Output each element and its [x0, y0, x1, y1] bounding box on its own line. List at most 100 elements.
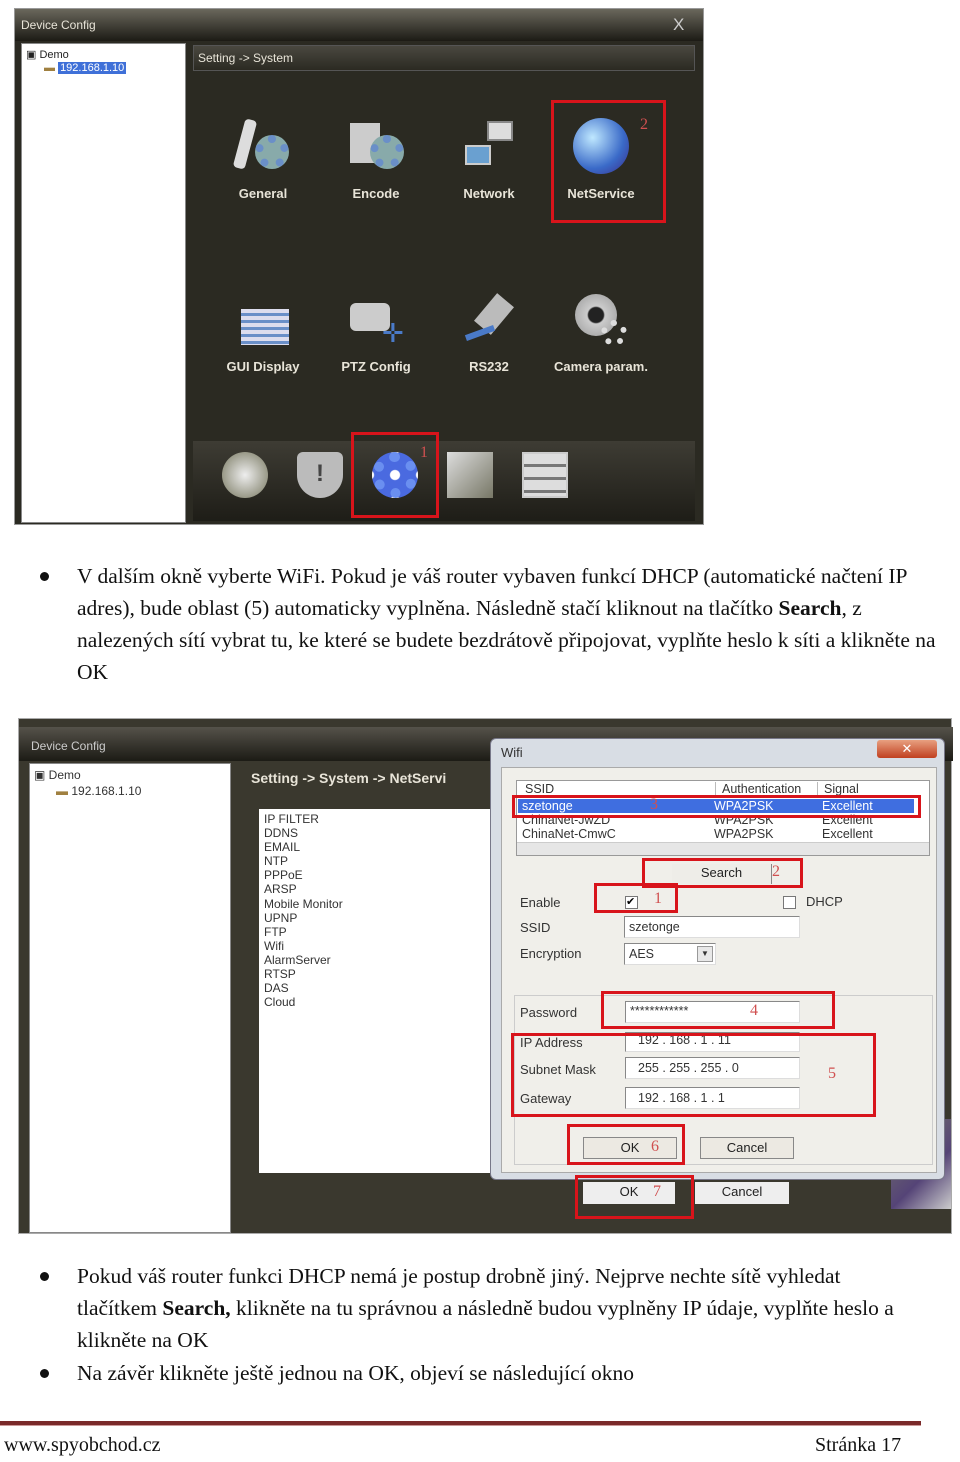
service-item[interactable]: PPPoE: [264, 868, 486, 882]
item-ptz-config[interactable]: PTZ Config: [316, 359, 436, 374]
bullet: [40, 1272, 49, 1281]
item-gui-display[interactable]: GUI Display: [203, 359, 323, 374]
title-bar: Device Config X: [15, 9, 703, 41]
horizontal-scrollbar[interactable]: [517, 842, 929, 855]
marker-2: 2: [640, 116, 648, 133]
service-item[interactable]: ARSP: [264, 882, 486, 896]
highlight-netservice: [551, 100, 666, 223]
tree-device[interactable]: ▬ 192.168.1.10: [56, 784, 141, 798]
highlight-password: [601, 991, 835, 1029]
bullet: [40, 572, 49, 581]
highlight-enable: [594, 883, 678, 913]
service-item[interactable]: DAS: [264, 981, 486, 995]
breadcrumb: Setting -> System: [198, 51, 294, 65]
window-title: Device Config: [21, 18, 96, 32]
marker-1: 1: [654, 890, 662, 907]
tree-device[interactable]: ▬ 192.168.1.10: [44, 62, 127, 74]
password-label: Password: [520, 1005, 578, 1020]
tree-device-label: 192.168.1.10: [71, 784, 142, 798]
cancel-label: Cancel: [726, 1140, 768, 1155]
breadcrumb: Setting -> System -> NetServi: [251, 770, 447, 786]
wifi-close-button[interactable]: ✕: [877, 740, 937, 758]
service-item[interactable]: Wifi: [264, 939, 486, 953]
service-item[interactable]: UPNP: [264, 911, 486, 925]
instruction-paragraph-3: Na závěr klikněte ještě jednou na OK, ob…: [77, 1361, 635, 1385]
disk-icon[interactable]: [222, 452, 268, 498]
wifi-title: Wifi: [501, 745, 523, 760]
service-item[interactable]: NTP: [264, 854, 486, 868]
col-ssid[interactable]: SSID: [525, 782, 554, 796]
item-encode[interactable]: Encode: [316, 186, 436, 201]
dhcp-label: DHCP: [806, 894, 843, 909]
bullet: [40, 1369, 49, 1378]
highlight-outer-ok: [575, 1175, 694, 1219]
checklist-icon[interactable]: [522, 452, 568, 498]
instruction-paragraph-1: V dalším okně vyberte WiFi. Pokud je váš…: [77, 560, 937, 688]
shield-icon[interactable]: !: [297, 452, 343, 498]
wrench-gear-icon[interactable]: [232, 115, 293, 175]
breadcrumb-bar: Setting -> System: [193, 45, 695, 71]
outer-cancel-button[interactable]: Cancel: [695, 1182, 789, 1204]
service-item[interactable]: FTP: [264, 925, 486, 939]
close-icon[interactable]: X: [673, 15, 684, 35]
service-item[interactable]: EMAIL: [264, 840, 486, 854]
marker-4: 4: [750, 1002, 758, 1019]
service-item[interactable]: RTSP: [264, 967, 486, 981]
camera-icon[interactable]: [571, 290, 631, 350]
item-rs232[interactable]: RS232: [429, 359, 549, 374]
service-list: IP FILTER DDNS EMAIL NTP PPPoE ARSP Mobile Mon…: [259, 809, 491, 1173]
encryption-label: Encryption: [520, 946, 582, 961]
marker-7: 7: [653, 1183, 661, 1200]
tree-root[interactable]: ▣ Demo: [26, 48, 69, 61]
window-title: Device Config: [31, 739, 106, 753]
tree-root-label: Demo: [48, 768, 81, 782]
network-ssid: ChinaNet-CmwC: [522, 827, 616, 841]
chevron-down-icon[interactable]: ▼: [697, 946, 713, 962]
cable-icon[interactable]: [459, 290, 519, 350]
marker-6: 6: [651, 1138, 659, 1155]
footer-page-number: Stránka 17: [815, 1434, 902, 1456]
footer-rule: [0, 1421, 921, 1426]
service-item[interactable]: IP FILTER: [264, 812, 486, 826]
ptz-camera-icon[interactable]: ✛: [346, 295, 406, 355]
bottom-toolbar: [193, 441, 695, 521]
network-row[interactable]: ChinaNet-CmwC WPA2PSK Excellent: [518, 827, 914, 841]
cancel-label: Cancel: [721, 1184, 763, 1199]
tree-device-label: 192.168.1.10: [58, 62, 127, 74]
search-emphasis: Search,: [162, 1296, 231, 1320]
ssid-label: SSID: [520, 920, 551, 935]
col-auth[interactable]: Authentication: [715, 782, 801, 796]
marker-5: 5: [828, 1065, 836, 1082]
highlight-network: [512, 795, 921, 818]
display-icon[interactable]: [233, 295, 293, 355]
network-icon[interactable]: [459, 115, 519, 175]
col-signal[interactable]: Signal: [817, 782, 859, 796]
encryption-value: AES: [629, 947, 655, 961]
search-emphasis: Search: [778, 596, 842, 620]
device-tree: ▣ Demo ▬ 192.168.1.10: [21, 43, 186, 523]
tree-root-label: Demo: [39, 49, 69, 61]
network-signal: Excellent: [822, 827, 873, 841]
marker-3: 3: [650, 796, 658, 813]
tools-icon[interactable]: [447, 452, 493, 498]
highlight-ip-settings: [511, 1033, 876, 1117]
tree-root[interactable]: ▣ Demo: [34, 768, 81, 782]
ssid-input[interactable]: szetonge: [624, 916, 800, 938]
wifi-cancel-button[interactable]: Cancel: [700, 1137, 794, 1159]
puzzle-gear-icon[interactable]: [346, 115, 406, 175]
dhcp-checkbox[interactable]: [783, 896, 796, 909]
marker-2: 2: [772, 863, 780, 880]
network-table: SSID Authentication Signal szetonge WPA2P…: [516, 780, 930, 856]
device-tree: ▣ Demo ▬ 192.168.1.10: [29, 763, 231, 1233]
service-item[interactable]: AlarmServer: [264, 953, 486, 967]
encryption-select[interactable]: AES ▼: [624, 943, 716, 965]
item-network[interactable]: Network: [429, 186, 549, 201]
footer-site[interactable]: www.spyobchod.cz: [4, 1434, 160, 1457]
highlight-wifi-ok: [567, 1124, 685, 1165]
service-item[interactable]: DDNS: [264, 826, 486, 840]
service-item[interactable]: Mobile Monitor: [264, 897, 486, 911]
service-item[interactable]: Cloud: [264, 995, 486, 1009]
item-general[interactable]: General: [203, 186, 323, 201]
enable-label: Enable: [520, 895, 561, 910]
item-camera-param[interactable]: Camera param.: [541, 359, 661, 374]
